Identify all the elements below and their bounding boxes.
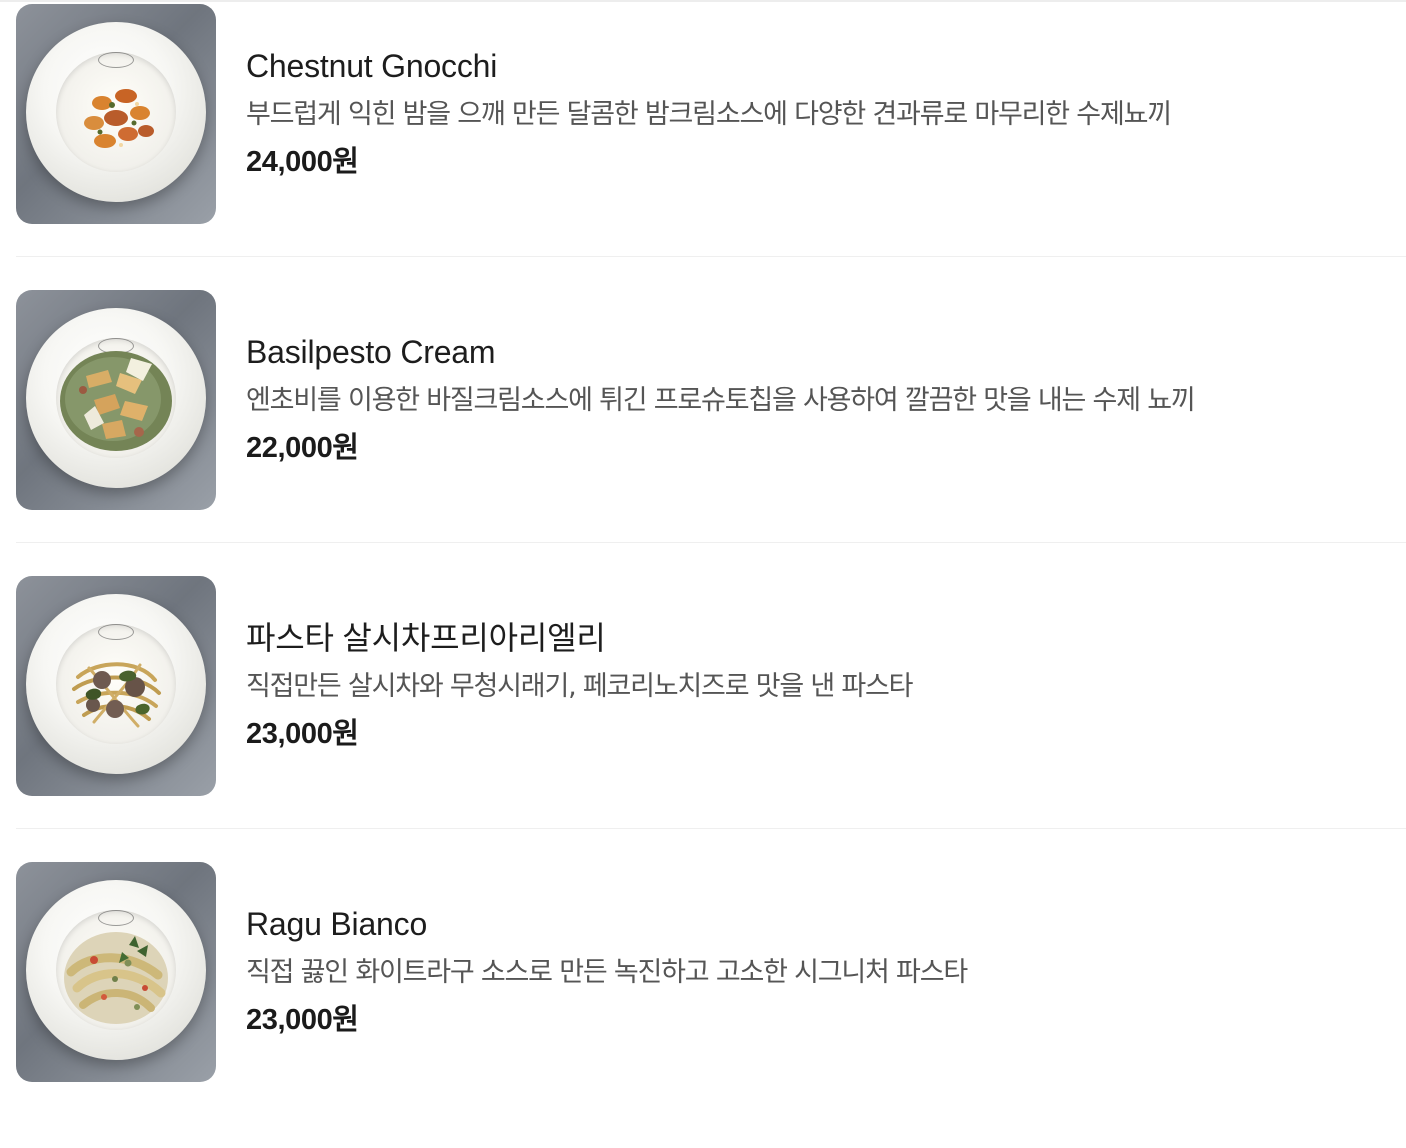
dish-price: 22,000원 [246,432,359,464]
dish-name[interactable]: Chestnut Gnocchi [246,46,1386,86]
dish-photo-ragu-bianco[interactable] [16,862,216,1082]
menu-item-chestnut-gnocchi[interactable]: Chestnut Gnocchi 부드럽게 익힌 밤을 으깨 만든 달콤한 밤크… [16,4,1406,290]
ragu-bianco-food-illustration [64,932,168,1024]
dish-price: 24,000원 [246,146,359,178]
dish-description: 직접 끓인 화이트라구 소스로 만든 녹진하고 고소한 시그니처 파스타 [246,957,968,988]
dish-info: Ragu Bianco 직접 끓인 화이트라구 소스로 만든 녹진하고 고소한 … [246,904,1386,1038]
dish-photo-pasta-salsiccia-friarielli[interactable] [16,576,216,796]
pasta-food-illustration [72,662,161,728]
dish-description: 직접만든 살시차와 무청시래기, 페코리노치즈로 맛을 낸 파스타 [246,671,914,702]
menu-item-ragu-bianco[interactable]: Ragu Bianco 직접 끓인 화이트라구 소스로 만든 녹진하고 고소한 … [16,828,1406,1148]
dish-photo-chestnut-gnocchi[interactable] [16,4,216,224]
top-divider [0,0,1406,2]
dish-photo-basilpesto-cream[interactable] [16,290,216,510]
menu-item-basilpesto-cream[interactable]: Basilpesto Cream 엔초비를 이용한 바질크림소스에 튀긴 프로슈… [16,256,1406,576]
dish-price: 23,000원 [246,1004,359,1036]
dish-name[interactable]: Basilpesto Cream [246,332,1386,372]
dish-info: 파스타 살시차프리아리엘리 직접만든 살시차와 무청시래기, 페코리노치즈로 맛… [246,618,1386,752]
dish-name[interactable]: 파스타 살시차프리아리엘리 [246,618,1386,658]
gnocchi-food-illustration [84,89,154,148]
dish-info: Chestnut Gnocchi 부드럽게 익힌 밤을 으깨 만든 달콤한 밤크… [246,46,1386,180]
dish-name[interactable]: Ragu Bianco [246,904,1386,944]
dish-description: 부드럽게 익힌 밤을 으깨 만든 달콤한 밤크림소스에 다양한 견과류로 마무리… [246,99,1172,130]
dish-price: 23,000원 [246,718,359,750]
menu-item-pasta-salsiccia-friarielli[interactable]: 파스타 살시차프리아리엘리 직접만든 살시차와 무청시래기, 페코리노치즈로 맛… [16,542,1406,862]
dish-description: 엔초비를 이용한 바질크림소스에 튀긴 프로슈토칩을 사용하여 깔끔한 맛을 내… [246,385,1196,416]
dish-info: Basilpesto Cream 엔초비를 이용한 바질크림소스에 튀긴 프로슈… [246,332,1386,466]
basilpesto-food-illustration [60,351,172,451]
menu-list: Chestnut Gnocchi 부드럽게 익힌 밤을 으깨 만든 달콤한 밤크… [16,4,1406,1148]
